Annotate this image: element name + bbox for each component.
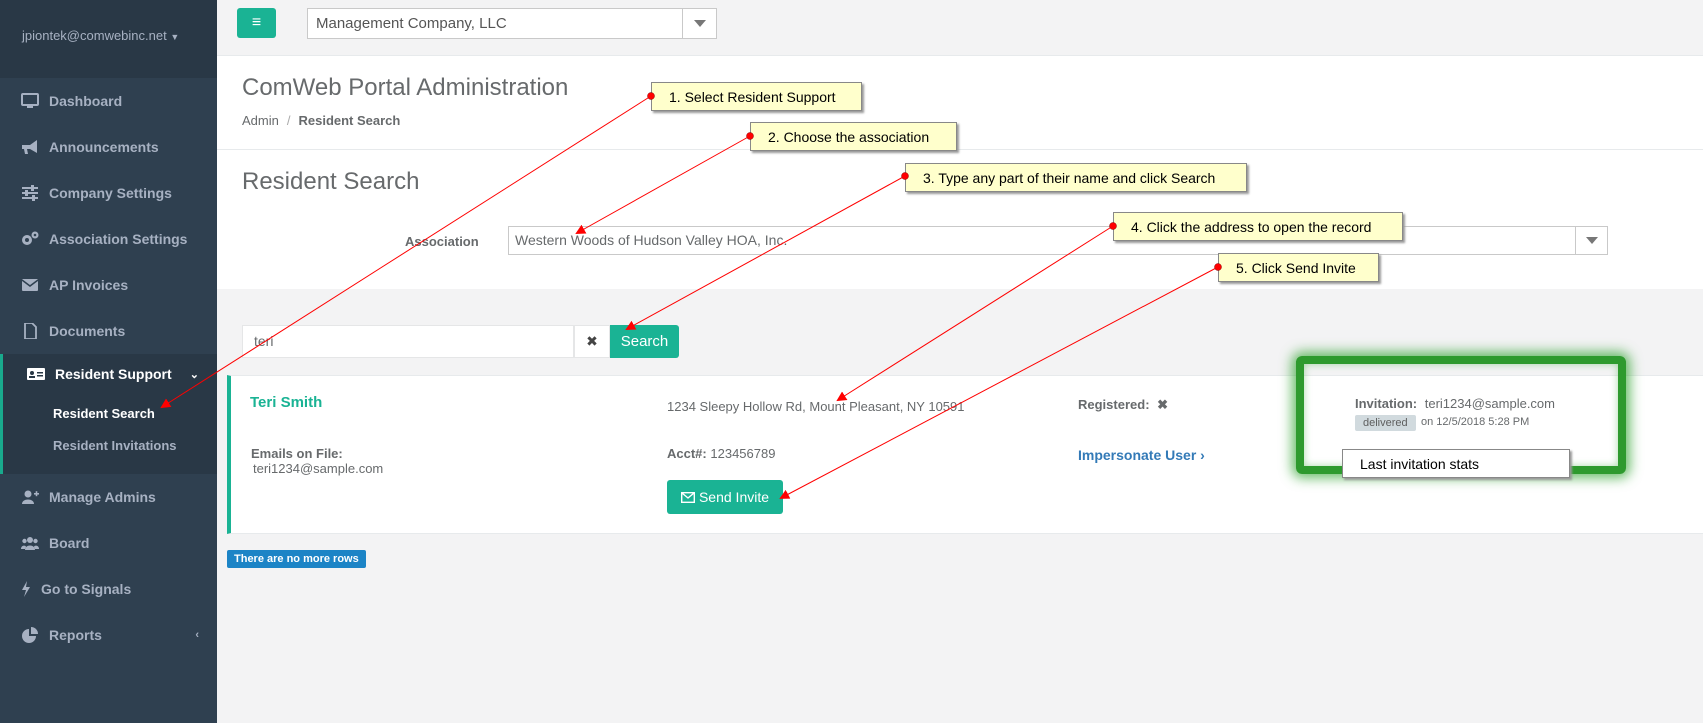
monitor-icon [21,93,39,109]
sidebar-item-company-settings[interactable]: Company Settings [0,173,217,213]
account-value: 123456789 [710,446,776,461]
search-button[interactable]: Search [610,325,679,358]
page-heading: ComWeb Portal Administration Admin / Resid… [217,56,1703,150]
sidebar-item-label: Go to Signals [41,581,132,597]
pie-chart-icon [21,627,39,643]
chevron-left-icon: ‹ [195,629,199,641]
callout-step-2: 2. Choose the association [750,122,957,151]
user-email: jpiontek@comwebinc.net [22,28,167,43]
sidebar-item-association-settings[interactable]: Association Settings [0,219,217,259]
no-more-rows-badge: There are no more rows [227,550,366,568]
sidebar-item-label: Resident Support [55,366,172,382]
envelope-icon [21,277,39,293]
caret-down-icon: ▼ [170,32,180,42]
gears-icon [21,231,39,247]
send-invite-label: Send Invite [698,489,770,505]
registered-label-text: Registered: [1078,397,1150,412]
dropdown-arrow-icon[interactable] [1575,227,1607,254]
sidebar-item-label: Company Settings [49,185,172,201]
sidebar-item-label: Board [49,535,90,551]
user-plus-icon [21,489,39,505]
breadcrumb-current: Resident Search [298,113,401,128]
sidebar-item-documents[interactable]: Documents [0,311,217,351]
company-select[interactable]: Management Company, LLC [307,8,717,39]
sidebar-item-go-to-signals[interactable]: Go to Signals [0,569,217,609]
callout-step-1: 1. Select Resident Support [651,82,862,111]
sidebar-item-ap-invoices[interactable]: AP Invoices [0,265,217,305]
section-title: Resident Search [242,168,420,195]
users-icon [21,535,39,551]
impersonate-label: Impersonate User [1078,447,1197,463]
callout-step-4: 4. Click the address to open the record [1113,212,1403,241]
sidebar-item-label: Documents [49,323,126,339]
account-label: Acct#: [667,446,707,461]
breadcrumb: Admin / Resident Search [242,113,401,128]
company-select-value: Management Company, LLC [316,15,507,32]
sidebar-item-label: Announcements [49,139,159,155]
sidebar-subitem-resident-invitations[interactable]: Resident Invitations [53,438,177,453]
file-icon [21,323,39,339]
resident-support-group: Resident Support ⌄ Resident Search Resid… [0,354,217,474]
bullhorn-icon [21,139,39,155]
association-select[interactable]: Western Woods of Hudson Valley HOA, Inc. [508,226,1608,255]
not-registered-icon: ✖ [1157,397,1169,412]
dropdown-arrow-icon[interactable] [682,9,716,38]
sidebar-item-label: Manage Admins [49,489,156,505]
chevron-right-icon: › [1200,447,1205,463]
close-icon: ✖ [586,333,598,349]
registered-label: Registered: ✖ [1078,397,1168,413]
sidebar-subitem-resident-search[interactable]: Resident Search [53,406,155,421]
top-navbar: ≡ Management Company, LLC [217,0,1703,56]
resident-name[interactable]: Teri Smith [250,394,322,411]
clear-search-button[interactable]: ✖ [574,325,610,358]
send-invite-button[interactable]: Send Invite [667,480,783,514]
emails-on-file-value: teri1234@sample.com [253,461,384,476]
account-number: Acct#: 123456789 [667,446,775,461]
association-select-value: Western Woods of Hudson Valley HOA, Inc. [515,232,788,248]
bolt-icon [21,581,31,597]
hamburger-icon: ≡ [251,14,262,31]
impersonate-user-link[interactable]: Impersonate User › [1078,447,1205,463]
user-menu[interactable]: jpiontek@comwebinc.net ▼ [0,0,217,78]
sidebar: jpiontek@comwebinc.net ▼ Dashboard Annou… [0,0,217,723]
sidebar-item-label: Dashboard [49,93,123,109]
resident-address[interactable]: 1234 Sleepy Hollow Rd, Mount Pleasant, N… [667,399,965,414]
sliders-icon [21,185,39,201]
sidebar-item-label: AP Invoices [49,277,129,293]
sidebar-item-board[interactable]: Board [0,523,217,563]
id-card-icon [27,366,45,382]
callout-stats: Last invitation stats [1342,449,1570,478]
sidebar-item-label: Reports [49,627,102,643]
breadcrumb-admin[interactable]: Admin [242,113,279,128]
callout-step-3: 3. Type any part of their name and click… [905,163,1247,192]
chevron-down-icon: ⌄ [189,368,199,381]
sidebar-item-dashboard[interactable]: Dashboard [0,81,217,121]
sidebar-item-resident-support[interactable]: Resident Support ⌄ [0,354,217,394]
sidebar-item-manage-admins[interactable]: Manage Admins [0,477,217,517]
menu-toggle-button[interactable]: ≡ [237,8,276,38]
sidebar-item-announcements[interactable]: Announcements [0,127,217,167]
page-title: ComWeb Portal Administration [242,74,569,101]
envelope-icon [680,491,695,503]
search-input[interactable]: teri [242,325,574,358]
callout-step-5: 5. Click Send Invite [1218,253,1379,282]
association-label: Association [405,234,479,249]
sidebar-item-reports[interactable]: Reports ‹ [0,615,217,655]
emails-on-file-label: Emails on File: [251,446,343,461]
sidebar-item-label: Association Settings [49,231,188,247]
